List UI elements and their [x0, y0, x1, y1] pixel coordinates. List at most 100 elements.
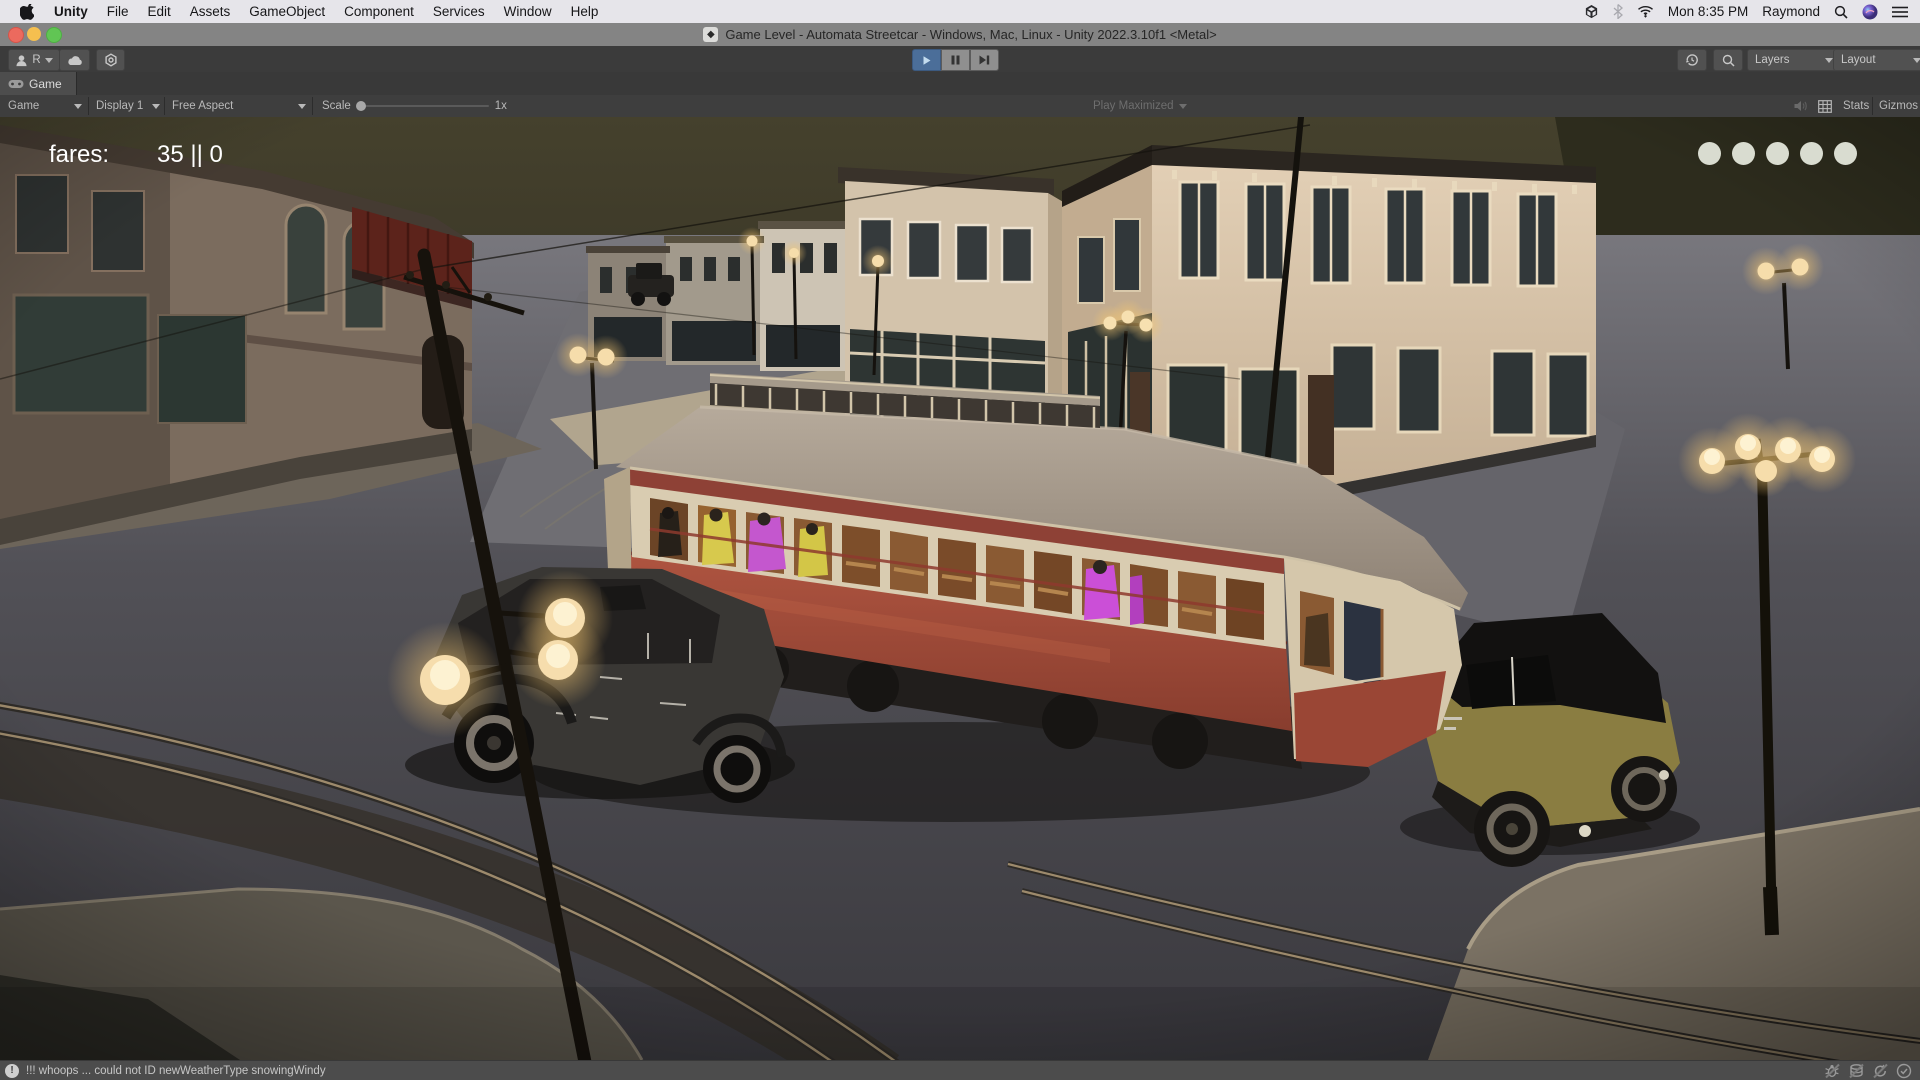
status-message[interactable]: !!! whoops ... could not ID newWeatherTy… [26, 1065, 326, 1077]
vignette [0, 117, 1920, 1060]
menu-item-window[interactable]: Window [504, 4, 552, 19]
status-bar-icons [1824, 1063, 1912, 1079]
background-tasks-icon[interactable] [1896, 1063, 1912, 1079]
account-initial: R [32, 54, 40, 66]
unity-editor-window: Unity File Edit Assets GameObject Component S… [0, 0, 1920, 1080]
tab-game[interactable]: Game [0, 72, 77, 95]
menu-item-edit[interactable]: Edit [148, 4, 171, 19]
play-maximized-dropdown[interactable]: Play Maximized [1093, 95, 1187, 117]
hud-fares: fares: 35 || 0 [49, 141, 223, 169]
window-close-button[interactable] [8, 27, 24, 43]
menu-bar-user[interactable]: Raymond [1762, 4, 1820, 19]
account-dropdown[interactable]: R [8, 49, 60, 71]
menu-bar-clock[interactable]: Mon 8:35 PM [1668, 4, 1748, 19]
siri-icon[interactable] [1862, 4, 1878, 20]
menu-item-unity[interactable]: Unity [54, 4, 88, 19]
pause-button[interactable] [941, 49, 970, 71]
console-info-icon[interactable]: ! [5, 1064, 19, 1078]
game-scene [0, 117, 1920, 1060]
menu-item-assets[interactable]: Assets [190, 4, 231, 19]
spotlight-search-icon[interactable] [1834, 5, 1848, 19]
tab-game-label: Game [29, 77, 62, 91]
menu-item-services[interactable]: Services [433, 4, 485, 19]
game-viewport[interactable]: fares: 35 || 0 [0, 117, 1920, 1060]
cache-server-disabled-icon[interactable] [1848, 1063, 1865, 1079]
token-circle [1800, 142, 1823, 165]
grid-icon [1818, 100, 1832, 113]
person-icon [15, 54, 28, 67]
window-title-bar: ◆ Game Level - Automata Streetcar - Wind… [0, 23, 1920, 46]
chevron-down-icon [45, 58, 53, 63]
scale-label: Scale [322, 100, 351, 112]
menu-item-gameobject[interactable]: GameObject [249, 4, 325, 19]
view-mode-dropdown[interactable]: Game [8, 95, 82, 117]
play-icon [921, 55, 932, 66]
gizmos-label: Gizmos [1879, 100, 1918, 112]
bluetooth-icon[interactable] [1613, 4, 1623, 19]
step-button[interactable] [970, 49, 999, 71]
fares-value: 35 || 0 [157, 141, 223, 169]
step-icon [979, 55, 990, 65]
unity-window-icon: ◆ [703, 27, 718, 42]
version-control-button[interactable] [96, 49, 125, 71]
status-bar: ! !!! whoops ... could not ID newWeather… [0, 1060, 1920, 1080]
scale-slider[interactable] [357, 105, 489, 107]
token-circle [1834, 142, 1857, 165]
display-label: Display 1 [96, 100, 143, 112]
gamepad-icon [8, 79, 24, 89]
game-view-toolbar: Game Display 1 Free Aspect Scale 1x Play… [0, 95, 1920, 118]
window-minimize-button[interactable] [27, 27, 41, 41]
token-circle [1732, 142, 1755, 165]
view-mode-label: Game [8, 100, 39, 112]
control-center-icon[interactable] [1892, 6, 1908, 18]
scale-value: 1x [495, 100, 507, 112]
display-dropdown[interactable]: Display 1 [96, 95, 160, 117]
window-zoom-button[interactable] [46, 27, 62, 43]
panel-tab-bar: Game [0, 72, 1920, 96]
scale-slider-handle[interactable] [356, 101, 366, 111]
layers-label: Layers [1755, 54, 1790, 66]
play-button[interactable] [912, 49, 941, 71]
stats-label: Stats [1843, 100, 1869, 112]
fares-label: fares: [49, 141, 109, 169]
token-circle [1698, 142, 1721, 165]
layout-dropdown[interactable]: Layout [1833, 49, 1920, 71]
menu-item-help[interactable]: Help [571, 4, 599, 19]
play-maximized-label: Play Maximized [1093, 100, 1174, 112]
undo-history-button[interactable] [1677, 49, 1707, 71]
search-button[interactable] [1713, 49, 1743, 71]
chevron-down-icon [1825, 58, 1833, 63]
window-title: Game Level - Automata Streetcar - Window… [725, 27, 1216, 42]
auto-refresh-disabled-icon[interactable] [1872, 1063, 1889, 1079]
play-controls [912, 49, 999, 71]
menu-item-file[interactable]: File [107, 4, 129, 19]
menu-item-component[interactable]: Component [344, 4, 414, 19]
macos-menu-bar: Unity File Edit Assets GameObject Component S… [0, 0, 1920, 23]
aspect-label: Free Aspect [172, 100, 233, 112]
history-icon [1685, 53, 1699, 67]
mute-audio-button[interactable] [1794, 95, 1808, 117]
aspect-ratio-dropdown[interactable]: Free Aspect [172, 95, 306, 117]
gear-icon [104, 53, 118, 67]
token-circle [1766, 142, 1789, 165]
chevron-down-icon [1913, 58, 1920, 63]
layout-label: Layout [1841, 54, 1876, 66]
speaker-icon [1794, 100, 1808, 112]
pause-icon [951, 55, 960, 65]
debugger-disabled-icon[interactable] [1824, 1063, 1841, 1079]
apple-logo-icon[interactable] [20, 4, 36, 20]
wifi-icon[interactable] [1637, 5, 1654, 18]
menu-bar-status: Mon 8:35 PM Raymond [1584, 4, 1908, 20]
scale-control: Scale 1x [322, 95, 507, 117]
stats-toggle[interactable]: Stats [1843, 95, 1869, 117]
hud-token-row [1698, 142, 1857, 165]
gizmos-dropdown[interactable]: Gizmos [1879, 95, 1920, 117]
cloud-icon [67, 55, 83, 66]
layers-dropdown[interactable]: Layers [1747, 49, 1841, 71]
cloud-services-button[interactable] [59, 49, 90, 71]
vsync-grid-button[interactable] [1818, 95, 1832, 117]
unity-toolbar: R Layers [0, 46, 1920, 73]
unity-hub-icon[interactable] [1584, 4, 1599, 19]
search-icon [1722, 54, 1735, 67]
menu-items: File Edit Assets GameObject Component Service… [88, 4, 599, 19]
